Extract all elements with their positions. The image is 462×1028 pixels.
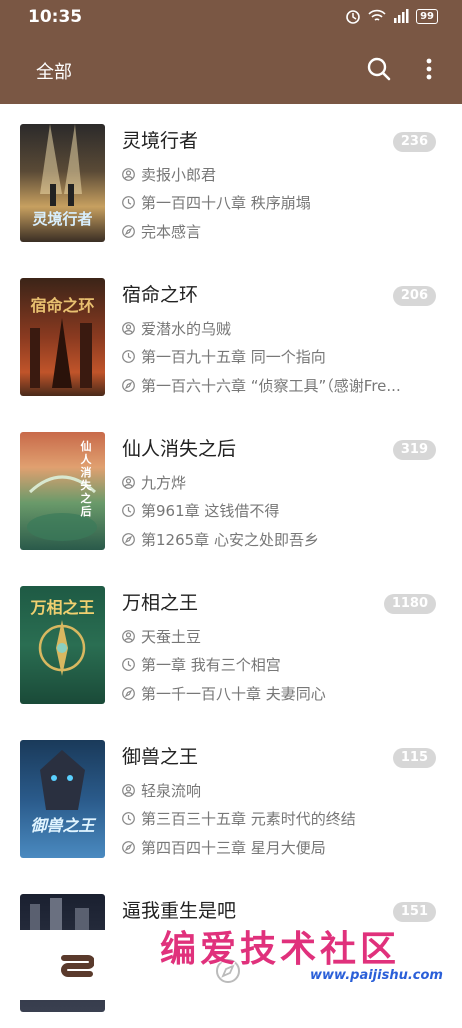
latest-chapter: 第一百九十五章 同一个指向	[141, 348, 326, 366]
watermark: 编爱技术社区 www.paijishu.com	[160, 920, 460, 992]
compass-icon	[122, 687, 135, 700]
compass-icon	[122, 379, 135, 392]
book-cover[interactable]: 仙人消失之后	[20, 432, 105, 550]
person-icon	[122, 476, 135, 489]
compass-icon	[122, 225, 135, 238]
status-bar: 10:35 99	[0, 0, 462, 34]
status-icons: 99	[344, 8, 438, 24]
person-icon	[122, 630, 135, 643]
read-progress-line: 第四百四十三章 星月大便局	[122, 837, 440, 858]
compass-icon	[122, 841, 135, 854]
read-progress-line: 第一千一百八十章 夫妻同心	[122, 683, 440, 704]
book-item[interactable]: 仙人消失之后 仙人消失之后 319 九方烨 第961章 这钱借不得 第1265章…	[0, 412, 462, 566]
watermark-text: 编爱技术社区	[160, 928, 401, 970]
author-line: 轻泉流响	[122, 780, 440, 801]
latest-chapter-line: 第三百三十五章 元素时代的终结	[122, 808, 440, 829]
book-author: 天蚕土豆	[141, 628, 202, 646]
chapter-count-badge: 206	[392, 286, 436, 306]
book-cover[interactable]: 灵境行者	[20, 124, 105, 242]
chapter-count-badge: 151	[392, 902, 436, 922]
reading-chapter: 第一千一百八十章 夫妻同心	[141, 685, 326, 703]
cover-title: 灵境行者	[32, 210, 93, 228]
chapter-count-badge: 115	[392, 748, 436, 768]
book-author: 九方烨	[141, 474, 187, 492]
clock-icon	[122, 196, 135, 209]
cover-art	[40, 750, 85, 810]
book-title: 仙人消失之后	[122, 438, 237, 460]
person-icon	[122, 322, 135, 335]
book-cover[interactable]: 宿命之环	[20, 278, 105, 396]
book-cover[interactable]: 御兽之王	[20, 740, 105, 858]
book-author: 爱潜水的乌贼	[141, 320, 232, 338]
compass-icon	[122, 533, 135, 546]
book-title: 灵境行者	[122, 130, 199, 152]
reading-chapter: 第一百六十六章 “侦察工具”（感谢Fre...	[141, 377, 401, 395]
latest-chapter-line: 第一百九十五章 同一个指向	[122, 346, 440, 367]
cover-title: 万相之王	[30, 598, 95, 617]
chapter-count-badge: 319	[392, 440, 436, 460]
signal-icon	[394, 9, 409, 23]
person-icon	[122, 168, 135, 181]
latest-chapter-line: 第一章 我有三个相宫	[122, 654, 440, 675]
latest-chapter: 第一章 我有三个相宫	[141, 656, 281, 674]
cover-title: 御兽之王	[30, 816, 95, 835]
book-title: 宿命之环	[122, 284, 199, 306]
latest-chapter: 第三百三十五章 元素时代的终结	[141, 810, 356, 828]
clock-icon	[122, 504, 135, 517]
chapter-count-badge: 1180	[383, 594, 436, 614]
book-item[interactable]: 御兽之王 御兽之王 115 轻泉流响 第三百三十五章 元素时代的终结 第四百四十…	[0, 720, 462, 874]
search-icon[interactable]	[366, 56, 392, 82]
person-icon	[122, 784, 135, 797]
more-menu-icon[interactable]	[416, 56, 442, 82]
author-line: 九方烨	[122, 472, 440, 493]
latest-chapter-line: 第961章 这钱借不得	[122, 500, 440, 521]
author-line: 天蚕土豆	[122, 626, 440, 647]
read-progress-line: 第一百六十六章 “侦察工具”（感谢Fre...	[122, 375, 440, 396]
clock-icon	[122, 812, 135, 825]
book-author: 轻泉流响	[141, 782, 202, 800]
book-item[interactable]: 灵境行者 灵境行者 236 卖报小郎君 第一百四十八章 秩序崩塌 完本感言	[0, 104, 462, 258]
alarm-icon	[346, 10, 360, 24]
clock-icon	[122, 658, 135, 671]
read-progress-line: 第1265章 心安之处即吾乡	[122, 529, 440, 550]
book-cover[interactable]: 万相之王	[20, 586, 105, 704]
clock-icon	[122, 350, 135, 363]
book-title: 万相之王	[122, 592, 199, 614]
app-bar: 全部	[0, 34, 462, 104]
book-title: 御兽之王	[122, 746, 199, 768]
cover-title: 宿命之环	[30, 296, 95, 315]
reading-chapter: 第四百四十三章 星月大便局	[141, 839, 326, 857]
reading-chapter: 完本感言	[141, 223, 202, 241]
battery-icon: 99	[416, 8, 438, 24]
latest-chapter-line: 第一百四十八章 秩序崩塌	[122, 192, 440, 213]
book-author: 卖报小郎君	[141, 166, 217, 184]
read-progress-line: 完本感言	[122, 221, 440, 242]
page-title[interactable]: 全部	[36, 58, 72, 84]
chapter-count-badge: 236	[392, 132, 436, 152]
watermark-url: www.paijishu.com	[310, 968, 443, 983]
bookshelf-tab-icon[interactable]	[60, 954, 94, 982]
status-time: 10:35	[28, 7, 83, 27]
latest-chapter: 第一百四十八章 秩序崩塌	[141, 194, 311, 212]
wifi-icon	[368, 9, 386, 21]
book-title: 逼我重生是吧	[122, 900, 237, 922]
book-item[interactable]: 万相之王 万相之王 1180 天蚕土豆 第一章 我有三个相宫 第一千一百八十章 …	[0, 566, 462, 720]
author-line: 卖报小郎君	[122, 164, 440, 185]
latest-chapter: 第961章 这钱借不得	[141, 502, 280, 520]
book-item[interactable]: 宿命之环 宿命之环 206 爱潜水的乌贼 第一百九十五章 同一个指向 第一百六十…	[0, 258, 462, 412]
author-line: 爱潜水的乌贼	[122, 318, 440, 339]
cover-title: 仙人消失之后	[80, 440, 92, 518]
reading-chapter: 第1265章 心安之处即吾乡	[141, 531, 319, 549]
